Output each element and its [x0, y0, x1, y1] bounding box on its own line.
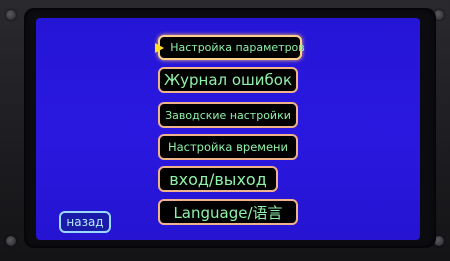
play-arrow-icon [155, 42, 165, 53]
back-button-label: назад [66, 215, 104, 229]
menu-item-factory-settings[interactable]: Заводские настройки [158, 102, 298, 128]
screw-icon [6, 10, 16, 20]
menu-item-label: Заводские настройки [165, 108, 291, 122]
screw-icon [6, 236, 16, 246]
menu-item-label: Журнал ошибок [163, 71, 293, 89]
back-button[interactable]: назад [59, 211, 111, 233]
menu-item-time-settings[interactable]: Настройка времени [158, 134, 298, 160]
menu-item-language[interactable]: Language/语言 [158, 199, 298, 225]
menu-item-login-logout[interactable]: вход/выход [158, 166, 278, 192]
menu-item-label: Настройка времени [167, 140, 289, 154]
menu-item-label: Language/语言 [173, 203, 283, 222]
menu-item-label: Настройка параметров [170, 41, 305, 54]
menu-item-parameter-settings[interactable]: Настройка параметров [155, 35, 305, 60]
menu-item-label: вход/выход [169, 169, 267, 189]
menu-item-error-log[interactable]: Журнал ошибок [158, 67, 298, 93]
settings-menu-screen: Настройка параметров Журнал ошибок Завод… [36, 18, 420, 240]
device-housing: Настройка параметров Журнал ошибок Завод… [0, 0, 450, 261]
